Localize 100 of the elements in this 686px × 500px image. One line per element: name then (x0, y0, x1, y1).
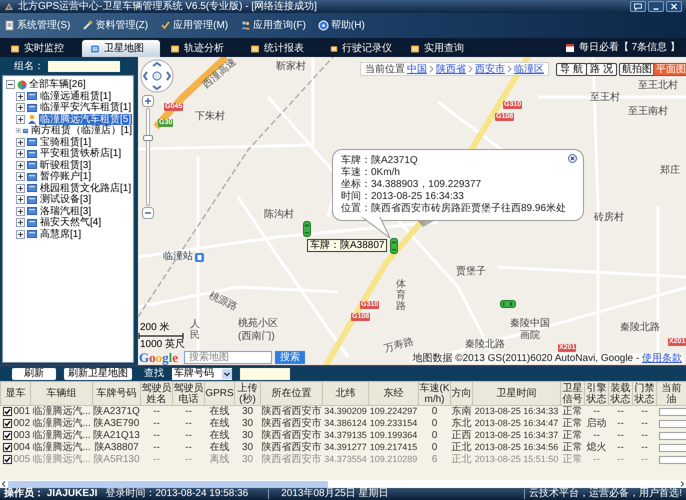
breadcrumb-link[interactable]: 中国 (407, 62, 427, 76)
menu-item[interactable]: 应用管理(M) (160, 18, 228, 33)
expand-icon[interactable] (16, 195, 25, 204)
close-icon[interactable] (568, 154, 577, 163)
breadcrumb-link[interactable]: 陕西省 (436, 62, 466, 76)
expand-icon[interactable] (16, 184, 25, 192)
zoom-in-button[interactable] (142, 95, 154, 107)
tab[interactable]: 轨迹分析 (162, 40, 240, 57)
table-cell-text: 离线 (208, 454, 230, 466)
table-cell: 东南 (450, 406, 472, 418)
tree-item[interactable]: 临潼平安汽车租赁[1] (39, 102, 132, 113)
breadcrumb-link[interactable]: 西安市 (475, 62, 505, 76)
map-button[interactable]: 路 况 (586, 63, 617, 76)
checkbox[interactable] (2, 431, 12, 440)
expand-icon[interactable] (16, 103, 25, 112)
expand-icon[interactable] (16, 114, 25, 124)
map-view-button[interactable]: 航拍图 (619, 63, 655, 76)
checkbox[interactable] (2, 455, 12, 464)
column-header[interactable]: 东经 (368, 382, 418, 406)
column-header[interactable]: 车速(Km/h) (418, 382, 450, 406)
column-header[interactable]: 车牌号码 (92, 382, 140, 406)
menu-item[interactable]: 帮助(H) (318, 18, 365, 33)
expand-icon[interactable] (16, 206, 25, 216)
map-button[interactable]: 导 航 (556, 63, 587, 76)
tab[interactable]: 实时监控 (2, 40, 80, 57)
checkbox[interactable] (2, 407, 12, 416)
column-header[interactable]: 门禁状态 (632, 382, 656, 406)
column-header[interactable]: 显车 (0, 382, 30, 406)
checkbox[interactable] (2, 443, 12, 452)
column-header[interactable]: 引擎状态 (584, 382, 608, 406)
table-cell: 陕西省西安市 (260, 442, 322, 454)
expand-icon[interactable] (16, 218, 25, 227)
collapse-icon[interactable] (6, 80, 15, 89)
expand-icon[interactable] (16, 172, 25, 181)
table-cell-text: -- (184, 418, 193, 430)
zoom-out-button[interactable] (142, 207, 154, 219)
tree-item[interactable]: 洛瑞汽租[3] (39, 206, 92, 216)
expand-icon[interactable] (16, 138, 25, 146)
tree-item[interactable]: 临潼远通租赁[1] (39, 90, 112, 102)
tree-item[interactable]: 南方租赁（临潼店）[1] (30, 125, 133, 136)
place-label: 贾堡子 (456, 267, 486, 277)
menu-item[interactable]: 系统管理(S) (4, 18, 70, 33)
expand-icon[interactable] (16, 230, 25, 238)
row-number: 002 (14, 418, 30, 429)
notice-link[interactable]: 每日必看【 7条信息 】 (564, 40, 684, 55)
scroll-right-button[interactable] (678, 480, 686, 488)
column-header[interactable]: 驾驶员电话 (172, 382, 204, 406)
tree-item[interactable]: 桃园租赁文化路店[1] (39, 182, 132, 194)
column-header[interactable]: 装载状态 (608, 382, 632, 406)
menu-item[interactable]: 资料管理(Z) (82, 18, 148, 33)
column-header[interactable]: GPRS (204, 382, 234, 406)
table-cell-text: -- (152, 442, 161, 454)
breadcrumb-link[interactable]: 临潼区 (514, 62, 544, 76)
scrollbar-thumb[interactable] (8, 480, 328, 488)
search-field[interactable] (240, 368, 290, 380)
tree-item[interactable]: 临潼腾远汽车租赁[5] (39, 114, 132, 124)
tree-item[interactable]: 宝骑租赁[1] (39, 136, 92, 148)
column-header[interactable]: 卫星信号 (560, 382, 584, 406)
search-type-dropdown[interactable]: 车牌号码 (172, 368, 232, 380)
checkbox[interactable] (2, 419, 12, 428)
tree-item[interactable]: 暂停账户[1] (39, 171, 92, 182)
zoom-slider[interactable] (146, 108, 150, 206)
column-header[interactable]: 车辆组 (30, 382, 92, 406)
column-header[interactable]: 所在位置 (260, 382, 322, 406)
menu-item[interactable]: 应用查询(F) (240, 18, 306, 33)
refresh-button[interactable]: 刷新 (12, 368, 56, 380)
close-button[interactable] (666, 1, 682, 12)
expand-icon[interactable] (16, 160, 25, 170)
column-header[interactable]: 当前油 (656, 382, 686, 406)
expand-icon[interactable] (16, 149, 25, 158)
tab[interactable]: 统计报表 (242, 40, 320, 57)
tab[interactable]: 实用查询 (402, 40, 480, 57)
terms-link[interactable]: 使用条款 (642, 353, 682, 364)
slider-thumb[interactable] (143, 135, 153, 141)
scroll-left-button[interactable] (0, 480, 8, 488)
tab[interactable]: 卫星地图 (82, 40, 160, 57)
chat-button[interactable] (630, 1, 646, 12)
column-header[interactable]: 驾驶员姓名 (140, 382, 172, 406)
tree-item[interactable]: 全部车辆[26] (29, 79, 86, 90)
tree-item[interactable]: 高慧席[1] (39, 228, 82, 240)
column-header[interactable]: 卫星时间 (472, 382, 560, 406)
search-button[interactable]: 搜索 (275, 351, 305, 364)
tree-item[interactable]: 福安天然气[4] (39, 217, 102, 228)
tree-item[interactable]: 测试设备[3] (39, 194, 92, 205)
column-header[interactable]: 上传(秒) (234, 382, 260, 406)
column-header[interactable]: 北纬 (322, 382, 368, 406)
tree-item[interactable]: 平安租赁铁桥店[1] (39, 148, 122, 159)
window-icon (250, 44, 260, 54)
refresh-map-button[interactable]: 刷新卫星地图 (64, 368, 132, 380)
tab[interactable]: 行驶记录仪 (322, 40, 400, 57)
minimize-button[interactable] (648, 1, 664, 12)
expand-icon[interactable] (16, 92, 25, 100)
pan-control[interactable] (140, 59, 174, 93)
group-name-field[interactable] (48, 60, 120, 72)
scale-label: 200 米 (140, 323, 170, 333)
column-header[interactable]: 方向 (450, 382, 472, 406)
table-cell-text: 正常 (562, 454, 584, 466)
tree-item[interactable]: 昕骏租赁[3] (39, 160, 92, 170)
field-label: 组名： (14, 60, 44, 74)
search-field[interactable]: 搜索地图 (184, 351, 272, 364)
